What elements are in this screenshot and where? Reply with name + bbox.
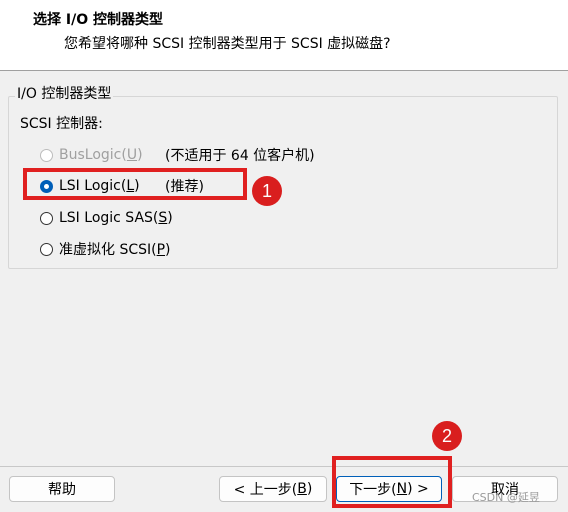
radio-label-lsi-logic-sas: LSI Logic SAS(S) — [59, 210, 173, 226]
radio-paravirtual-scsi[interactable]: 准虚拟化 SCSI(P) — [40, 239, 171, 259]
radio-circle-buslogic[interactable] — [40, 148, 53, 162]
annotation-box-2 — [332, 456, 452, 508]
footer-divider — [0, 466, 568, 467]
page-subtitle: 您希望将哪种 SCSI 控制器类型用于 SCSI 虚拟磁盘? — [64, 36, 391, 52]
radio-label-paravirtual-scsi: 准虚拟化 SCSI(P) — [59, 242, 171, 258]
group-legend: I/O 控制器类型 — [15, 83, 114, 103]
scsi-controller-label: SCSI 控制器: — [20, 116, 103, 132]
radio-lsi-logic-sas[interactable]: LSI Logic SAS(S) — [40, 208, 173, 228]
header-divider — [0, 70, 568, 71]
radio-label-buslogic: BusLogic(U) — [59, 147, 143, 163]
dialog-header: 选择 I/O 控制器类型 您希望将哪种 SCSI 控制器类型用于 SCSI 虚拟… — [0, 0, 568, 70]
watermark: CSDN @延昱 — [472, 491, 540, 504]
annotation-badge-1: 1 — [252, 176, 282, 206]
radio-buslogic[interactable]: BusLogic(U) — [40, 145, 143, 165]
help-button[interactable]: 帮助 — [9, 476, 115, 502]
back-button[interactable]: < 上一步(B) — [219, 476, 327, 502]
buslogic-note: (不适用于 64 位客户机) — [165, 148, 315, 164]
annotation-badge-2: 2 — [432, 421, 462, 451]
annotation-box-1 — [23, 168, 247, 200]
radio-circle-lsi-logic-sas[interactable] — [40, 211, 53, 225]
radio-circle-paravirtual-scsi[interactable] — [40, 242, 53, 256]
page-title: 选择 I/O 控制器类型 — [33, 12, 163, 28]
